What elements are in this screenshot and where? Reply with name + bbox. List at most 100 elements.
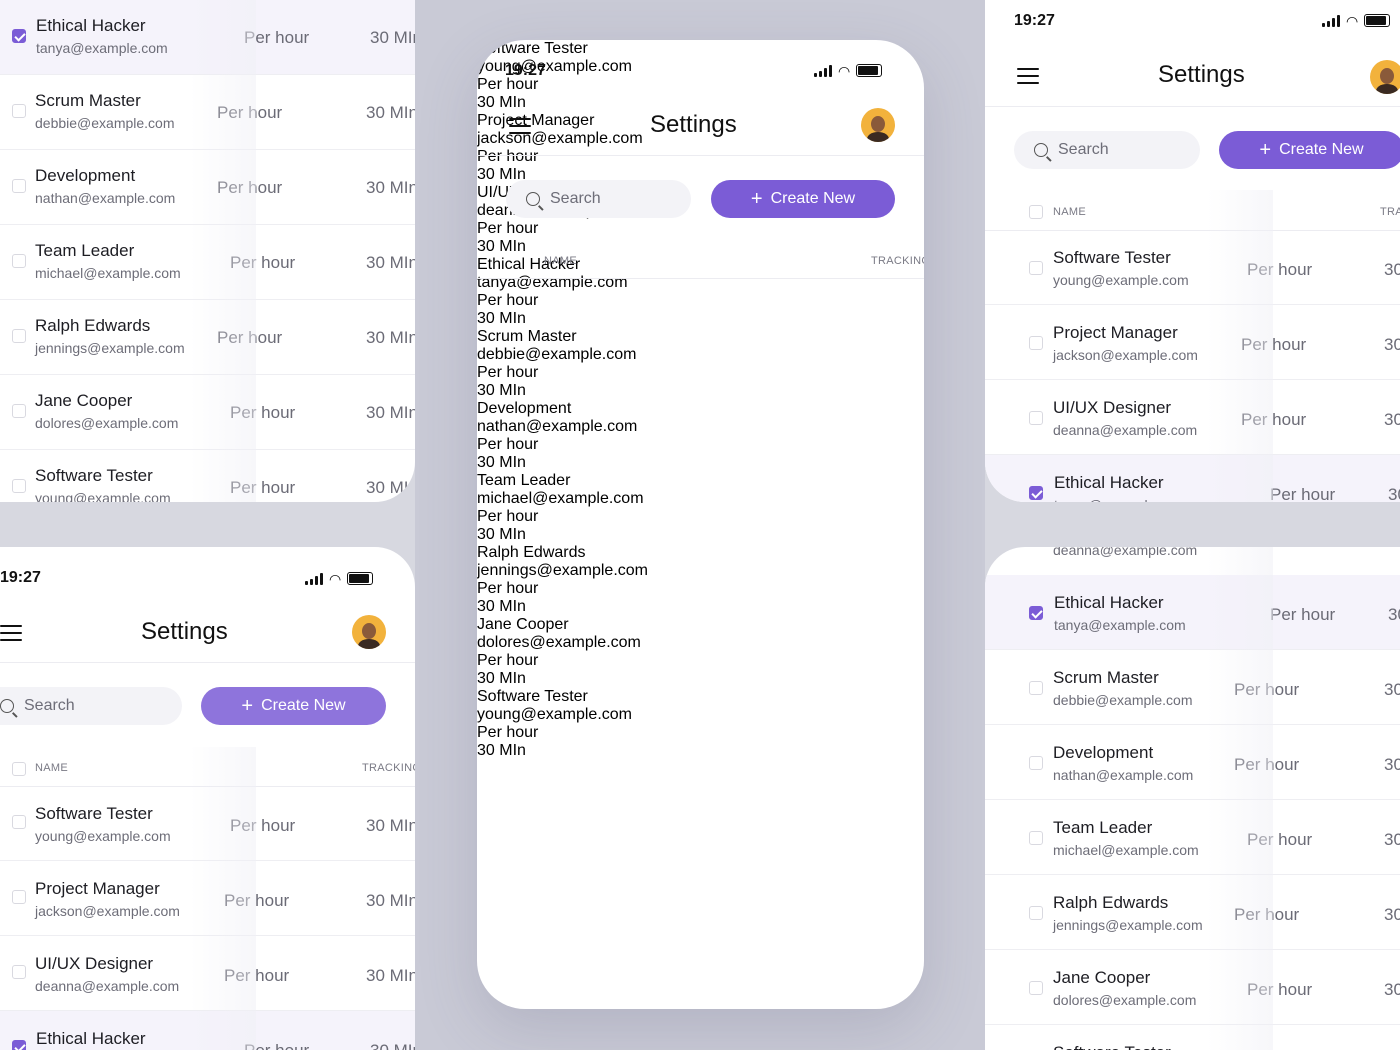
avatar[interactable] (1370, 60, 1400, 94)
row-checkbox[interactable] (1029, 981, 1043, 995)
row-checkbox[interactable] (1029, 336, 1043, 350)
avatar[interactable] (861, 108, 895, 142)
row-checkbox[interactable] (1029, 831, 1043, 845)
row-tracking: 30 MIn (477, 454, 526, 471)
create-new-button[interactable]: + Create New (711, 180, 895, 218)
row-tracking: 30 MIn (366, 403, 415, 422)
row-tracking: 30 MIn (1384, 755, 1400, 774)
list-item[interactable]: Software Tester young@example.com Per ho… (477, 688, 924, 760)
row-checkbox[interactable] (1029, 486, 1043, 500)
list-item[interactable]: Software Tester (985, 1025, 1400, 1050)
status-icons: ◠ (814, 64, 883, 78)
row-name: Scrum Master (477, 328, 577, 345)
row-tracking: 30 MIn (366, 966, 415, 985)
list-item[interactable]: Ralph Edwards jennings@example.com Per h… (0, 300, 415, 375)
create-new-button[interactable]: + Create New (201, 687, 386, 725)
signal-icon (814, 65, 832, 77)
row-rate: Per hour (477, 508, 539, 525)
row-name: Ralph Edwards (35, 316, 151, 335)
create-new-button[interactable]: + Create New (1219, 131, 1400, 169)
row-checkbox[interactable] (12, 1040, 26, 1050)
list-item[interactable]: Development nathan@example.com Per hour … (985, 725, 1400, 800)
row-checkbox[interactable] (1029, 756, 1043, 770)
list-item[interactable]: Scrum Master debbie@example.com Per hour… (985, 650, 1400, 725)
row-tracking: 30 MIn (477, 310, 526, 327)
list-item[interactable]: Software Tester young@example.com Per ho… (0, 786, 415, 861)
row-checkbox[interactable] (1029, 411, 1043, 425)
list-item[interactable]: Ralph Edwards jennings@example.com Per h… (985, 875, 1400, 950)
search-input[interactable]: Search (506, 180, 691, 218)
search-input[interactable]: Search (1014, 131, 1200, 169)
list-item[interactable]: Ethical Hacker tanya@example.com Per hou… (985, 575, 1400, 650)
avatar[interactable] (352, 615, 386, 649)
row-checkbox[interactable] (1029, 681, 1043, 695)
select-all-checkbox[interactable] (12, 762, 26, 776)
row-tracking: 30 MIn (366, 478, 415, 497)
column-header-name: NAME (35, 762, 68, 774)
list-item[interactable]: UI/UX Designer deanna@example.com Per ho… (0, 936, 415, 1011)
row-email: young@example.com (35, 828, 171, 844)
status-time: 19:27 (1014, 12, 1055, 29)
column-header-name: NAME (1053, 206, 1086, 218)
row-checkbox[interactable] (12, 815, 26, 829)
row-checkbox[interactable] (12, 104, 26, 118)
list-item[interactable]: Ethical Hacker tanya@example.com Per hou… (985, 455, 1400, 502)
row-tracking: 30 MIn (370, 28, 415, 47)
list-item[interactable]: Ethical Hacker tanya@example.com Per hou… (0, 0, 415, 75)
list-item[interactable]: Development nathan@example.com Per hour … (0, 150, 415, 225)
row-tracking: 30 MIn (477, 238, 526, 255)
row-rate: Per hour (224, 966, 290, 985)
row-checkbox[interactable] (12, 479, 26, 493)
row-checkbox[interactable] (12, 29, 26, 43)
list-item[interactable]: Development nathan@example.com Per hour … (477, 400, 924, 472)
row-tracking: 30 MIn (1384, 905, 1400, 924)
row-checkbox[interactable] (1029, 261, 1043, 275)
row-checkbox[interactable] (1029, 906, 1043, 920)
list-item[interactable]: Scrum Master debbie@example.com Per hour… (0, 75, 415, 150)
list-item[interactable]: Jane Cooper dolores@example.com Per hour… (985, 950, 1400, 1025)
list-item[interactable]: Project Manager jackson@example.com Per … (0, 861, 415, 936)
list-item[interactable]: Software Tester young@example.com Per ho… (985, 230, 1400, 305)
search-input[interactable]: Search (0, 687, 182, 725)
list-item[interactable]: Project Manager jackson@example.com Per … (985, 305, 1400, 380)
row-checkbox[interactable] (12, 404, 26, 418)
row-name: Development (1053, 743, 1154, 762)
list-item[interactable]: Jane Cooper dolores@example.com Per hour… (477, 616, 924, 688)
list-item[interactable]: Ethical Hacker tanya@example.com Per hou… (0, 1011, 415, 1050)
row-checkbox[interactable] (12, 179, 26, 193)
row-checkbox[interactable] (1029, 606, 1043, 620)
row-checkbox[interactable] (12, 329, 26, 343)
status-icons: ◠ (305, 572, 374, 586)
menu-icon[interactable] (509, 118, 531, 134)
list-item[interactable]: Jane Cooper dolores@example.com Per hour… (0, 375, 415, 450)
list-item[interactable]: Team Leader michael@example.com Per hour… (477, 472, 924, 544)
row-checkbox[interactable] (12, 965, 26, 979)
list-item[interactable]: Software Tester young@example.com Per ho… (0, 450, 415, 502)
list-item[interactable]: Scrum Master debbie@example.com Per hour… (477, 328, 924, 400)
row-name: Ethical Hacker (1054, 593, 1164, 612)
list-item[interactable]: Team Leader michael@example.com Per hour… (0, 225, 415, 300)
panel-bottom-right: deanna@example.com Ethical Hacker tanya@… (985, 547, 1400, 1050)
list-item[interactable]: Team Leader michael@example.com Per hour… (985, 800, 1400, 875)
menu-icon[interactable] (0, 625, 22, 641)
battery-icon (347, 572, 374, 585)
row-email: dolores@example.com (477, 634, 641, 651)
create-new-label: Create New (261, 697, 346, 714)
row-rate: Per hour (244, 28, 310, 47)
row-email: jackson@example.com (35, 903, 180, 919)
list-item[interactable]: Ralph Edwards jennings@example.com Per h… (477, 544, 924, 616)
select-all-checkbox[interactable] (1029, 205, 1043, 219)
row-rate: Per hour (477, 436, 539, 453)
row-name: UI/UX Designer (35, 954, 154, 973)
row-checkbox[interactable] (12, 254, 26, 268)
panel-top-right: 19:27 ◠ Settings Search + Create New NAM… (985, 0, 1400, 502)
list-item[interactable]: UI/UX Designer deanna@example.com Per ho… (985, 380, 1400, 455)
menu-icon[interactable] (1017, 68, 1039, 84)
row-tracking: 30 MIn (1384, 830, 1400, 849)
row-checkbox[interactable] (12, 890, 26, 904)
row-tracking: 30 MIn (477, 742, 526, 759)
row-email: dolores@example.com (1053, 992, 1197, 1008)
row-rate: Per hour (1247, 260, 1313, 279)
row-email: young@example.com (35, 490, 171, 502)
row-email: young@example.com (477, 706, 632, 723)
